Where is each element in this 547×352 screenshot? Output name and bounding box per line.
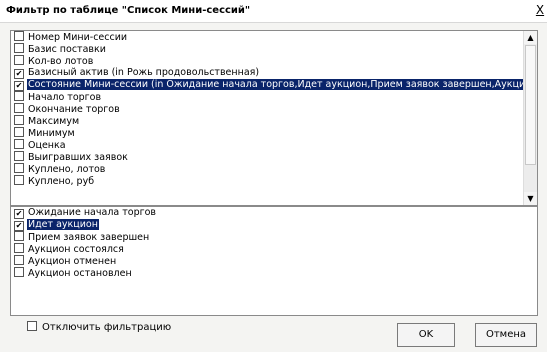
state-item-checkbox[interactable] (14, 255, 24, 265)
state-item-label: Аукцион отменен (28, 256, 117, 267)
field-item-checkbox[interactable] (14, 115, 24, 125)
state-item-checkbox[interactable]: ✔ (14, 209, 24, 219)
field-item-label: Базисный актив (in Рожь продовольственна… (28, 67, 260, 78)
state-rows: ✔ Ожидание начала торгов ✔ Идет аукцион Прие… (11, 207, 537, 279)
state-item-checkbox[interactable] (14, 267, 24, 277)
field-item[interactable]: Номер Мини-сессии (11, 31, 537, 43)
state-item-label: Прием заявок завершен (28, 232, 150, 243)
field-item[interactable]: Начало торгов (11, 91, 537, 103)
field-item-checkbox[interactable] (14, 31, 24, 41)
state-item[interactable]: ✔ Идет аукцион (11, 219, 537, 231)
field-item-label: Выигравших заявок (28, 152, 128, 163)
state-item[interactable]: Аукцион отменен (11, 255, 537, 267)
field-item[interactable]: Максимум (11, 115, 537, 127)
field-item-checkbox[interactable] (14, 175, 24, 185)
cancel-button[interactable]: Отмена (475, 323, 537, 347)
field-item-label: Состояние Мини-сессии (in Ожидание начал… (27, 79, 527, 90)
field-item[interactable]: Кол-во лотов (11, 55, 537, 67)
field-item-checkbox[interactable] (14, 43, 24, 53)
field-item[interactable]: Минимум (11, 127, 537, 139)
field-item-label: Номер Мини-сессии (28, 32, 128, 43)
state-item[interactable]: Аукцион остановлен (11, 267, 537, 279)
field-item[interactable]: ✔ Состояние Мини-сессии (in Ожидание нача… (11, 79, 537, 91)
field-item-label: Оценка (28, 140, 66, 151)
field-list[interactable]: Номер Мини-сессии Базис поставки Кол-во ло… (10, 30, 538, 206)
field-item-label: Куплено, руб (28, 176, 95, 187)
field-item-checkbox[interactable] (14, 163, 24, 173)
state-item[interactable]: Прием заявок завершен (11, 231, 537, 243)
field-item[interactable]: Базис поставки (11, 43, 537, 55)
field-item-label: Окончание торгов (28, 104, 120, 115)
field-item-label: Базис поставки (28, 44, 106, 55)
scroll-down-icon[interactable]: ▼ (524, 192, 537, 205)
state-item-label: Аукцион остановлен (28, 268, 132, 279)
field-item[interactable]: Окончание торгов (11, 103, 537, 115)
state-item-label: Аукцион состоялся (28, 244, 124, 255)
field-item-checkbox[interactable] (14, 139, 24, 149)
field-item[interactable]: Выигравших заявок (11, 151, 537, 163)
field-item-label: Куплено, лотов (28, 164, 106, 175)
scroll-thumb[interactable] (525, 45, 536, 165)
field-item-label: Начало торгов (28, 92, 102, 103)
state-item[interactable]: ✔ Ожидание начала торгов (11, 207, 537, 219)
state-item-label: Идет аукцион (27, 219, 99, 230)
state-item[interactable]: Аукцион состоялся (11, 243, 537, 255)
state-item-label: Ожидание начала торгов (28, 207, 157, 218)
field-item[interactable]: Куплено, лотов (11, 163, 537, 175)
disable-filter-option[interactable]: Отключить фильтрацию (27, 321, 171, 333)
field-item[interactable]: ✔ Базисный актив (in Рожь продовольственн… (11, 67, 537, 79)
filter-dialog: Фильтр по таблице "Список Мини-сессий" X… (0, 0, 547, 352)
field-item-label: Максимум (28, 116, 80, 127)
disable-filter-checkbox[interactable] (27, 321, 37, 331)
field-item-checkbox[interactable]: ✔ (14, 81, 24, 91)
disable-filter-label: Отключить фильтрацию (42, 322, 172, 333)
field-item[interactable]: Куплено, руб (11, 175, 537, 187)
state-item-checkbox[interactable]: ✔ (14, 221, 24, 231)
field-item-label: Минимум (28, 128, 75, 139)
field-item-label: Кол-во лотов (28, 56, 94, 67)
field-rows: Номер Мини-сессии Базис поставки Кол-во ло… (11, 31, 537, 187)
scroll-up-icon[interactable]: ▲ (524, 31, 537, 44)
field-list-scrollbar[interactable]: ▲ ▼ (523, 31, 537, 205)
field-item-checkbox[interactable] (14, 55, 24, 65)
dialog-title: Фильтр по таблице "Список Мини-сессий" (6, 5, 251, 16)
field-item-checkbox[interactable] (14, 103, 24, 113)
ok-button[interactable]: OK (397, 323, 455, 347)
state-list[interactable]: ✔ Ожидание начала торгов ✔ Идет аукцион Прие… (10, 206, 538, 316)
state-item-checkbox[interactable] (14, 243, 24, 253)
close-icon[interactable]: X (533, 2, 547, 18)
field-item-checkbox[interactable]: ✔ (14, 69, 24, 79)
title-bar: Фильтр по таблице "Список Мини-сессий" X (0, 0, 547, 23)
field-item-checkbox[interactable] (14, 151, 24, 161)
field-item[interactable]: Оценка (11, 139, 537, 151)
state-item-checkbox[interactable] (14, 231, 24, 241)
field-item-checkbox[interactable] (14, 127, 24, 137)
field-item-checkbox[interactable] (14, 91, 24, 101)
